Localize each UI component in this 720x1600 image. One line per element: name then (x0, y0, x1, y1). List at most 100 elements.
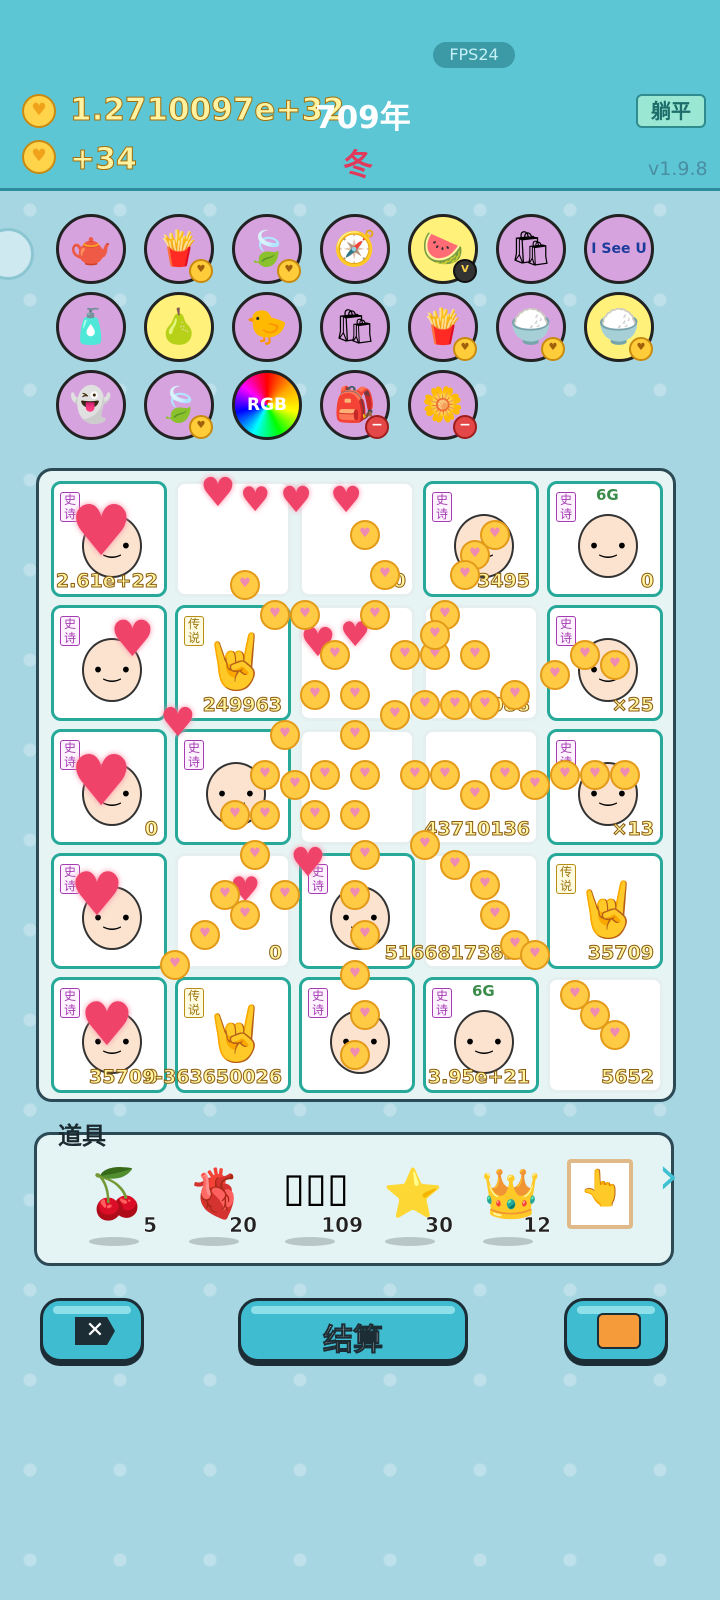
lychee-icon: 🍒 (87, 1166, 147, 1222)
coin-effect-icon (450, 560, 480, 590)
board-cell[interactable]: 史诗 •‿• 6G 0 (547, 481, 663, 597)
version-label: v1.9.8 (648, 158, 708, 180)
board-cell[interactable]: 传说 🤘 35709 (547, 853, 663, 969)
minus-badge-icon: − (453, 415, 477, 439)
board-cell[interactable]: 传说 🤘 35709-363650026 (89, 977, 291, 1093)
rarity-tag: 史诗 (308, 988, 328, 1018)
fries-icon[interactable]: 🍟 ♥ (144, 214, 214, 284)
coin-effect-icon (420, 620, 450, 650)
shop-card-icon[interactable]: 🛍 (320, 292, 390, 362)
heart-effect-icon: ♥ (160, 700, 196, 746)
gravy-boat-icon[interactable]: 🫖 (56, 214, 126, 284)
tool-battery-pack[interactable]: ▯▯▯ 109 (273, 1165, 363, 1246)
close-icon: ✕ (75, 1317, 115, 1345)
shadow (483, 1237, 533, 1246)
coin-badge-icon: ♥ (277, 259, 301, 283)
tool-pointer-card[interactable]: 👆 (567, 1159, 633, 1229)
cell-value: 35709 (587, 942, 654, 965)
coin-effect-icon (540, 660, 570, 690)
hand-sign-icon: 🤘 (202, 630, 270, 693)
network-badge: 6G (472, 982, 495, 1000)
rarity-tag: 史诗 (60, 988, 80, 1018)
settle-button[interactable]: 结算 (238, 1298, 468, 1362)
i-see-u-text: I See U (591, 241, 647, 257)
coin-effect-icon (460, 640, 490, 670)
coin-icon (22, 140, 56, 174)
tools-panel: 🍒 5 🫀 20 ▯▯▯ 109 ⭐ 30 👑 12 👆 (34, 1132, 674, 1266)
rarity-tag: 传说 (184, 616, 204, 646)
shop-card-icon[interactable]: 🛍 (496, 214, 566, 284)
tool-crown[interactable]: 👑 12 (471, 1165, 551, 1246)
briefcase-icon (597, 1313, 641, 1349)
shadow (385, 1237, 435, 1246)
coin-effect-icon (410, 830, 440, 860)
scroll-right-arrow-icon[interactable]: › (658, 1146, 688, 1206)
year-value: 709年 (315, 100, 411, 136)
compass-icon[interactable]: 🧭 (320, 214, 390, 284)
pointer-hand-icon: 👆 (579, 1168, 624, 1209)
coin-effect-icon (470, 870, 500, 900)
i-see-u-icon[interactable]: I See U (584, 214, 654, 284)
coin-effect-icon (250, 800, 280, 830)
tool-count: 12 (523, 1213, 551, 1238)
heart-effect-icon: ♥ (70, 860, 124, 930)
coin-effect-icon (340, 720, 370, 750)
leaf-icon[interactable]: 🍃 ♥ (144, 370, 214, 440)
coin-icon (22, 94, 56, 128)
briefcase-button[interactable] (564, 1298, 668, 1362)
rice-bowl-icon[interactable]: 🍚 ♥ (496, 292, 566, 362)
potted-flower-icon[interactable]: 🌼 − (408, 370, 478, 440)
rice-bowl-icon[interactable]: 🍚 ♥ (584, 292, 654, 362)
coin-effect-icon (350, 840, 380, 870)
cell-value: 249963 (202, 694, 282, 717)
close-button[interactable]: ✕ (40, 1298, 144, 1362)
tool-lychee[interactable]: 🍒 5 (77, 1165, 157, 1246)
hand-sign-icon: 🤘 (574, 878, 642, 941)
heart-effect-icon: ♥ (200, 470, 236, 516)
chick-icon[interactable]: 🐤 (232, 292, 302, 362)
tool-liver[interactable]: 🫀 20 (177, 1165, 257, 1246)
coin-effect-icon (270, 880, 300, 910)
shadow (189, 1237, 239, 1246)
coin-effect-icon (350, 520, 380, 550)
tool-star[interactable]: ⭐ 30 (373, 1165, 453, 1246)
leaf-icon[interactable]: 🍃 ♥ (232, 214, 302, 284)
shadow (89, 1237, 139, 1246)
coin-effect-icon (300, 800, 330, 830)
board-cell[interactable]: 史诗•‿• (299, 977, 415, 1093)
coin-effect-icon (370, 560, 400, 590)
coin-effect-icon (520, 770, 550, 800)
shadow (285, 1237, 335, 1246)
coin-effect-icon (390, 640, 420, 670)
tool-count: 5 (143, 1213, 157, 1238)
coin-effect-icon (340, 960, 370, 990)
battery-pack-icon: ▯▯▯ (283, 1165, 350, 1211)
ghost-icon[interactable]: 👻 (56, 370, 126, 440)
cell-value: 3495 (477, 570, 531, 593)
heart-effect-icon: ♥ (70, 490, 133, 572)
pump-bottle-icon[interactable]: 🧴 (56, 292, 126, 362)
sack-icon[interactable]: 🎒 − (320, 370, 390, 440)
heart-effect-icon: ♥ (290, 840, 326, 886)
tools-title: 道具 (58, 1122, 106, 1150)
fruit-basket-icon[interactable]: 🍉 V (408, 214, 478, 284)
rgb-ball-icon[interactable]: RGB (232, 370, 302, 440)
fries-icon[interactable]: 🍟 ♥ (408, 292, 478, 362)
tool-count: 109 (321, 1213, 363, 1238)
coin-badge-icon: ♥ (629, 337, 653, 361)
hand-sign-icon: 🤘 (202, 1002, 270, 1065)
board-cell[interactable]: 史诗 •‿• 6G 3.95e+21 (423, 977, 539, 1093)
coin-effect-icon (580, 760, 610, 790)
coin-effect-icon (350, 1000, 380, 1030)
coin-effect-icon (350, 760, 380, 790)
coin-effect-icon (340, 680, 370, 710)
coin-effect-icon (440, 690, 470, 720)
cell-value: ×25 (611, 694, 654, 717)
coin-effect-icon (480, 900, 510, 930)
pomelo-icon[interactable]: 🍐 (144, 292, 214, 362)
lie-flat-button[interactable]: 躺平 (636, 94, 706, 128)
fps-counter: FPS24 (433, 42, 515, 68)
heart-effect-icon: ♥ (280, 480, 313, 521)
top-bar: FPS24 1.2710097e+32 709年 +34 冬 躺平 v1.9.8 (0, 0, 720, 191)
rarity-tag: 史诗 (432, 492, 452, 522)
